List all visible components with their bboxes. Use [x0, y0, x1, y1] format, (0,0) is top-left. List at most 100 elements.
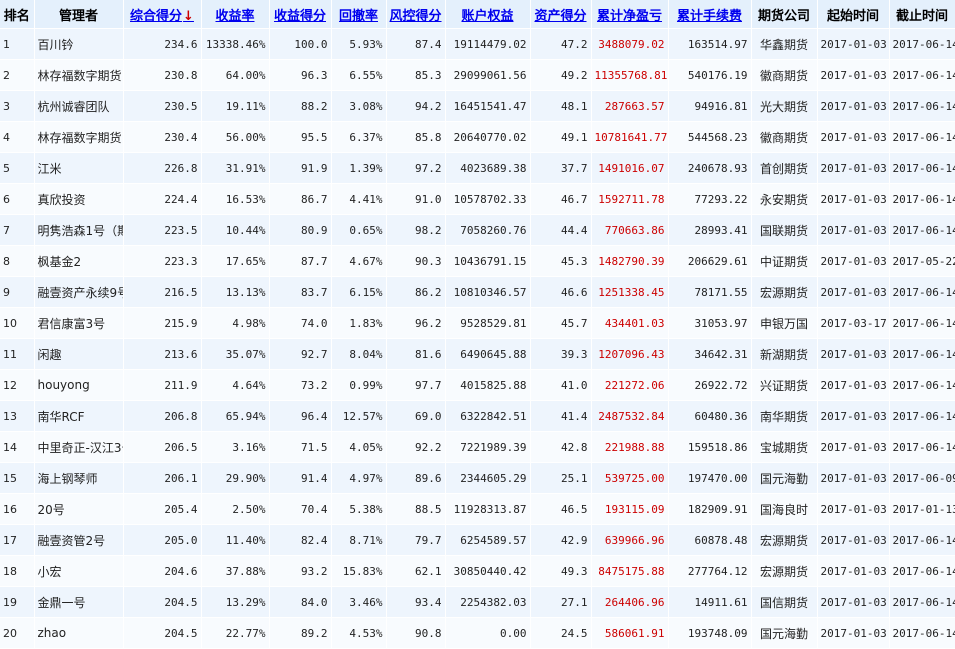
fees-cell: 544568.23 — [668, 121, 752, 153]
manager-cell[interactable]: 君信康富3号 — [34, 307, 124, 339]
end-date-cell: 2017-06-14 — [889, 214, 955, 246]
manager-cell[interactable]: 林存福数字期货 — [34, 121, 124, 153]
broker-cell: 永安期货 — [751, 183, 818, 215]
col-header-fees[interactable]: 累计手续费 — [668, 0, 752, 29]
return-score-cell: 73.2 — [269, 369, 332, 401]
broker-cell: 国元海勤 — [751, 617, 818, 649]
composite-score-cell: 230.8 — [123, 59, 202, 91]
composite-score-cell: 204.5 — [123, 617, 202, 649]
asset-score-cell: 24.5 — [530, 617, 592, 649]
manager-cell[interactable]: zhao — [34, 617, 124, 649]
broker-cell: 国元海勤 — [751, 462, 818, 494]
return-score-cell: 80.9 — [269, 214, 332, 246]
table-row: 1 百川钤 234.6 13338.46% 100.0 5.93% 87.4 19114479… — [0, 28, 955, 60]
composite-score-cell: 206.8 — [123, 400, 202, 432]
return-score-cell: 95.5 — [269, 121, 332, 153]
risk-score-cell: 90.3 — [386, 245, 446, 277]
table-row: 3 杭州诚睿团队 230.5 19.11% 88.2 3.08% 94.2 16451541.… — [0, 90, 955, 122]
broker-cell: 申银万国 — [751, 307, 818, 339]
return-rate-cell: 13.13% — [201, 276, 270, 308]
header-row: 排名 管理者 综合得分↓ 收益率 收益得分 回撤率 风控得分 账户权益 资产得分… — [0, 0, 955, 29]
manager-cell[interactable]: 小宏 — [34, 555, 124, 587]
fees-cell: 277764.12 — [668, 555, 752, 587]
return-rate-cell: 11.40% — [201, 524, 270, 556]
table-row: 2 林存福数字期货 230.8 64.00% 96.3 6.55% 85.3 29099061… — [0, 59, 955, 91]
start-date-cell: 2017-01-03 — [817, 28, 890, 60]
end-date-cell: 2017-06-14 — [889, 338, 955, 370]
return-score-cell: 74.0 — [269, 307, 332, 339]
broker-cell: 首创期货 — [751, 152, 818, 184]
net-pnl-cell: 1482790.39 — [591, 245, 669, 277]
start-date-cell: 2017-01-03 — [817, 524, 890, 556]
col-header-broker: 期货公司 — [751, 0, 818, 29]
col-header-risk-score[interactable]: 风控得分 — [386, 0, 446, 29]
col-header-composite-label: 综合得分 — [130, 8, 183, 24]
manager-cell[interactable]: 20号 — [34, 493, 124, 525]
manager-cell[interactable]: 真欣投资 — [34, 183, 124, 215]
col-header-asset-score[interactable]: 资产得分 — [530, 0, 592, 29]
fees-cell: 34642.31 — [668, 338, 752, 370]
col-header-equity[interactable]: 账户权益 — [445, 0, 531, 29]
drawdown-cell: 0.99% — [331, 369, 387, 401]
start-date-cell: 2017-01-03 — [817, 462, 890, 494]
rank-cell: 14 — [0, 431, 35, 463]
return-rate-cell: 10.44% — [201, 214, 270, 246]
rank-cell: 15 — [0, 462, 35, 494]
return-rate-cell: 13.29% — [201, 586, 270, 618]
col-header-return-rate[interactable]: 收益率 — [201, 0, 270, 29]
return-rate-cell: 2.50% — [201, 493, 270, 525]
manager-cell[interactable]: 南华RCF — [34, 400, 124, 432]
col-header-return-score[interactable]: 收益得分 — [269, 0, 332, 29]
equity-cell: 11928313.87 — [445, 493, 531, 525]
return-score-cell: 93.2 — [269, 555, 332, 587]
composite-score-cell: 234.6 — [123, 28, 202, 60]
net-pnl-cell: 1592711.78 — [591, 183, 669, 215]
start-date-cell: 2017-01-03 — [817, 493, 890, 525]
manager-cell[interactable]: 枫基金2 — [34, 245, 124, 277]
manager-cell[interactable]: houyong — [34, 369, 124, 401]
table-row: 13 南华RCF 206.8 65.94% 96.4 12.57% 69.0 6322842.… — [0, 400, 955, 432]
manager-cell[interactable]: 中里奇正-汉江3号 — [34, 431, 124, 463]
composite-score-cell: 230.5 — [123, 90, 202, 122]
manager-cell[interactable]: 融壹资产永续9号 — [34, 276, 124, 308]
col-header-composite[interactable]: 综合得分↓ — [123, 0, 202, 29]
col-header-net-pnl[interactable]: 累计净盈亏 — [591, 0, 669, 29]
table-row: 17 融壹资管2号 205.0 11.40% 82.4 8.71% 79.7 6254589.… — [0, 524, 955, 556]
start-date-cell: 2017-01-03 — [817, 276, 890, 308]
fees-cell: 197470.00 — [668, 462, 752, 494]
start-date-cell: 2017-01-03 — [817, 586, 890, 618]
end-date-cell: 2017-06-14 — [889, 524, 955, 556]
manager-cell[interactable]: 海上钢琴师 — [34, 462, 124, 494]
manager-cell[interactable]: 闲趣 — [34, 338, 124, 370]
end-date-cell: 2017-05-22 — [889, 245, 955, 277]
manager-cell[interactable]: 杭州诚睿团队 — [34, 90, 124, 122]
manager-cell[interactable]: 江米 — [34, 152, 124, 184]
drawdown-cell: 8.04% — [331, 338, 387, 370]
broker-cell: 徽商期货 — [751, 121, 818, 153]
return-rate-cell: 19.11% — [201, 90, 270, 122]
manager-cell[interactable]: 明隽浩森1号（期货） — [34, 214, 124, 246]
manager-cell[interactable]: 金鼎一号 — [34, 586, 124, 618]
sort-desc-arrow-icon: ↓ — [183, 8, 194, 24]
start-date-cell: 2017-03-17 — [817, 307, 890, 339]
risk-score-cell: 79.7 — [386, 524, 446, 556]
rank-cell: 17 — [0, 524, 35, 556]
col-header-drawdown[interactable]: 回撤率 — [331, 0, 387, 29]
end-date-cell: 2017-06-14 — [889, 617, 955, 649]
asset-score-cell: 44.4 — [530, 214, 592, 246]
asset-score-cell: 25.1 — [530, 462, 592, 494]
table-row: 5 江米 226.8 31.91% 91.9 1.39% 97.2 4023689.38 37.… — [0, 152, 955, 184]
manager-cell[interactable]: 融壹资管2号 — [34, 524, 124, 556]
col-header-rank: 排名 — [0, 0, 35, 29]
equity-cell: 16451541.47 — [445, 90, 531, 122]
manager-cell[interactable]: 百川钤 — [34, 28, 124, 60]
equity-cell: 10578702.33 — [445, 183, 531, 215]
drawdown-cell: 4.97% — [331, 462, 387, 494]
rank-cell: 19 — [0, 586, 35, 618]
manager-cell[interactable]: 林存福数字期货 — [34, 59, 124, 91]
ranking-table-body: 1 百川钤 234.6 13338.46% 100.0 5.93% 87.4 19114479… — [0, 28, 955, 649]
drawdown-cell: 0.65% — [331, 214, 387, 246]
asset-score-cell: 41.0 — [530, 369, 592, 401]
risk-score-cell: 85.3 — [386, 59, 446, 91]
return-score-cell: 100.0 — [269, 28, 332, 60]
